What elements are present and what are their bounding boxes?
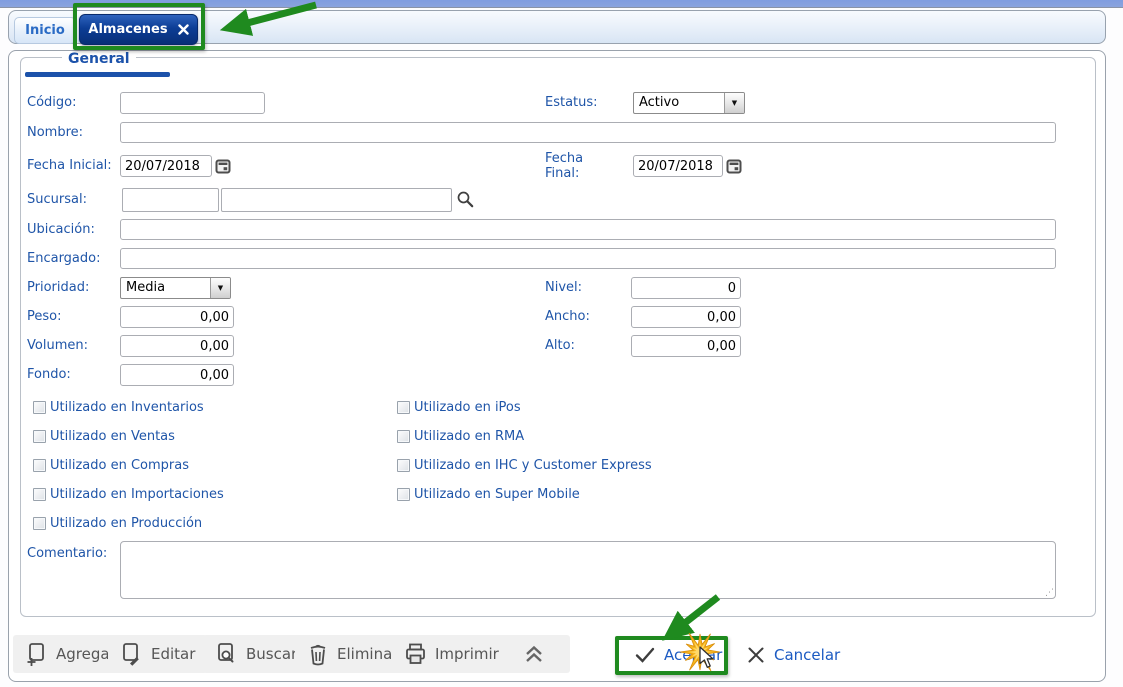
buscar-label: Buscar xyxy=(246,645,298,663)
checkbox-row-produccion[interactable]: Utilizado en Producción xyxy=(33,515,202,531)
buscar-button[interactable]: Buscar xyxy=(203,635,310,673)
peso-label: Peso: xyxy=(27,309,62,324)
checkbox[interactable] xyxy=(33,487,46,501)
nombre-field[interactable] xyxy=(120,122,1056,143)
search-document-icon xyxy=(215,642,238,666)
codigo-field[interactable] xyxy=(120,92,265,114)
trash-icon xyxy=(307,642,329,666)
checkbox[interactable] xyxy=(33,400,46,414)
sucursal-code-field[interactable] xyxy=(122,188,219,212)
alto-label: Alto: xyxy=(545,338,575,353)
printer-icon xyxy=(404,642,427,666)
checkbox-label: Utilizado en iPos xyxy=(414,399,521,415)
collapse-toolbar-chevron-icon[interactable] xyxy=(521,643,547,665)
editar-button[interactable]: Editar xyxy=(108,635,208,673)
alto-field[interactable] xyxy=(631,335,741,357)
ancho-label: Ancho: xyxy=(545,309,590,324)
general-active-indicator xyxy=(25,72,170,77)
aceptar-button[interactable]: Aceptar xyxy=(628,638,728,672)
checkbox-row-ventas[interactable]: Utilizado en Ventas xyxy=(33,428,175,444)
sucursal-label: Sucursal: xyxy=(27,192,87,207)
window-top-strip xyxy=(0,0,1123,8)
ubicacion-label: Ubicación: xyxy=(27,222,95,237)
checkbox[interactable] xyxy=(397,458,410,472)
codigo-label: Código: xyxy=(27,95,77,110)
imprimir-label: Imprimir xyxy=(435,645,499,663)
checkmark-icon xyxy=(634,645,656,665)
prioridad-selected-value: Media xyxy=(126,280,166,295)
chevron-down-icon[interactable]: ▼ xyxy=(210,278,230,298)
close-icon[interactable] xyxy=(177,24,189,35)
fecha-inicial-label: Fecha Inicial: xyxy=(27,158,112,173)
checkbox-label: Utilizado en Producción xyxy=(50,515,203,531)
estatus-selected-value: Activo xyxy=(639,95,680,110)
encargado-field[interactable] xyxy=(120,248,1056,269)
checkbox-row-ihc[interactable]: Utilizado en IHC y Customer Express xyxy=(397,457,652,473)
checkbox[interactable] xyxy=(397,429,410,443)
checkbox-label: Utilizado en RMA xyxy=(414,428,525,444)
checkbox-label: Utilizado en Ventas xyxy=(50,428,175,444)
checkbox[interactable] xyxy=(397,400,410,414)
x-icon xyxy=(746,645,766,665)
resize-grip[interactable]: ⋰ xyxy=(1045,588,1055,598)
checkbox-row-rma[interactable]: Utilizado en RMA xyxy=(397,428,524,444)
search-icon[interactable] xyxy=(456,190,475,209)
volumen-field[interactable] xyxy=(120,335,234,357)
checkbox-row-super-mobile[interactable]: Utilizado en Super Mobile xyxy=(397,486,580,502)
checkbox[interactable] xyxy=(33,429,46,443)
estatus-label: Estatus: xyxy=(545,95,598,110)
agregar-label: Agregar xyxy=(56,645,116,663)
ubicacion-field[interactable] xyxy=(120,219,1056,240)
ancho-field[interactable] xyxy=(631,306,741,328)
checkbox[interactable] xyxy=(33,516,46,530)
checkbox-row-inventarios[interactable]: Utilizado en Inventarios xyxy=(33,399,204,415)
chevron-down-icon[interactable]: ▼ xyxy=(724,93,744,113)
eliminar-label: Eliminar xyxy=(337,645,399,663)
calendar-icon[interactable] xyxy=(726,158,742,174)
cancelar-label: Cancelar xyxy=(774,646,841,664)
edit-document-icon xyxy=(120,642,143,666)
fecha-inicial-field[interactable] xyxy=(120,155,212,177)
checkbox-row-ipos[interactable]: Utilizado en iPos xyxy=(397,399,521,415)
fecha-final-field[interactable] xyxy=(633,155,723,177)
tab-almacenes-label: Almacenes xyxy=(88,22,168,37)
app-window: Inicio Almacenes General Código: Estatus… xyxy=(0,0,1123,687)
sucursal-name-field[interactable] xyxy=(221,188,452,212)
tab-general[interactable]: General xyxy=(62,51,136,67)
nivel-label: Nivel: xyxy=(545,280,583,295)
imprimir-button[interactable]: Imprimir xyxy=(392,635,570,673)
checkbox-row-compras[interactable]: Utilizado en Compras xyxy=(33,457,189,473)
fecha-final-label: Fecha Final: xyxy=(545,151,584,181)
checkbox-label: Utilizado en Super Mobile xyxy=(414,486,580,502)
calendar-icon[interactable] xyxy=(215,158,231,174)
tab-almacenes[interactable]: Almacenes xyxy=(79,14,198,45)
tab-inicio-label: Inicio xyxy=(25,23,65,38)
checkbox[interactable] xyxy=(33,458,46,472)
fondo-label: Fondo: xyxy=(27,367,71,382)
add-document-icon xyxy=(25,642,48,666)
peso-field[interactable] xyxy=(120,306,234,328)
editar-label: Editar xyxy=(151,645,196,663)
checkbox-label: Utilizado en IHC y Customer Express xyxy=(414,457,652,473)
volumen-label: Volumen: xyxy=(27,338,88,353)
checkbox-label: Utilizado en Importaciones xyxy=(50,486,224,502)
aceptar-label: Aceptar xyxy=(664,646,723,664)
nombre-label: Nombre: xyxy=(27,125,84,140)
checkbox-label: Utilizado en Inventarios xyxy=(50,399,204,415)
nivel-field[interactable] xyxy=(631,277,741,299)
checkbox-label: Utilizado en Compras xyxy=(50,457,189,473)
tab-inicio[interactable]: Inicio xyxy=(14,17,76,44)
comentario-field[interactable] xyxy=(120,541,1056,599)
cancelar-button[interactable]: Cancelar xyxy=(740,638,846,672)
comentario-label: Comentario: xyxy=(27,546,108,561)
prioridad-label: Prioridad: xyxy=(27,280,90,295)
checkbox[interactable] xyxy=(397,487,410,501)
prioridad-select[interactable]: Media ▼ xyxy=(120,277,231,299)
fondo-field[interactable] xyxy=(120,364,234,386)
checkbox-row-importaciones[interactable]: Utilizado en Importaciones xyxy=(33,486,224,502)
estatus-select[interactable]: Activo ▼ xyxy=(633,92,745,114)
encargado-label: Encargado: xyxy=(27,251,101,266)
